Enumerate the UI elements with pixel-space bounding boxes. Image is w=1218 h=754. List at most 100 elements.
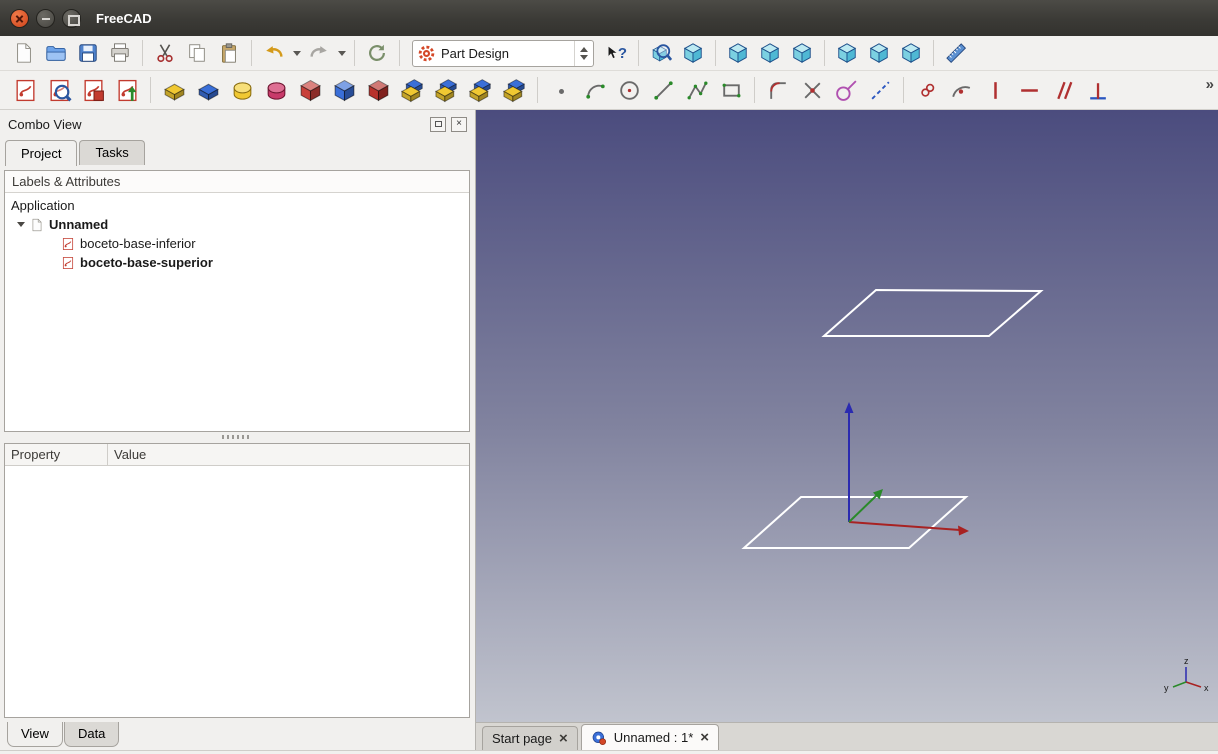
- panel-splitter[interactable]: [4, 432, 470, 443]
- window-minimize-button[interactable]: [36, 9, 55, 28]
- open-document-button[interactable]: [40, 38, 72, 68]
- new-sketch-button[interactable]: [8, 73, 42, 107]
- constraint-horizontal-button[interactable]: [1012, 73, 1046, 107]
- construction-mode-button[interactable]: [863, 73, 897, 107]
- mirrored-button[interactable]: [395, 73, 429, 107]
- expander-icon[interactable]: [17, 222, 25, 227]
- constraint-coincident-button[interactable]: [910, 73, 944, 107]
- new-document-button[interactable]: [8, 38, 40, 68]
- undo-icon: [263, 42, 285, 64]
- close-tab-icon[interactable]: ×: [559, 731, 568, 746]
- constraint-coincident-icon: [915, 78, 940, 103]
- workbench-selector[interactable]: Part Design: [412, 40, 594, 67]
- print-button[interactable]: [104, 38, 136, 68]
- map-sketch-button[interactable]: [76, 73, 110, 107]
- front-view-button[interactable]: [722, 38, 754, 68]
- toolbar-separator: [537, 77, 538, 103]
- toolbar-overflow-button[interactable]: »: [1206, 76, 1214, 93]
- reorient-sketch-button[interactable]: [110, 73, 144, 107]
- constraint-perpendicular-icon: [1085, 78, 1110, 103]
- copy-button[interactable]: [181, 38, 213, 68]
- trim-edge-button[interactable]: [795, 73, 829, 107]
- constraint-point-on-object-button[interactable]: [944, 73, 978, 107]
- cut-button[interactable]: [149, 38, 181, 68]
- window-close-button[interactable]: [10, 9, 29, 28]
- mdi-tab-start-page[interactable]: Start page ×: [482, 726, 578, 750]
- rear-view-button[interactable]: [831, 38, 863, 68]
- constraint-perpendicular-button[interactable]: [1080, 73, 1114, 107]
- measure-distance-button[interactable]: [940, 38, 972, 68]
- spinner-arrows-icon[interactable]: [574, 41, 588, 66]
- sketch-fillet-button[interactable]: [761, 73, 795, 107]
- mdi-tab-unnamed[interactable]: Unnamed : 1* ×: [581, 724, 719, 750]
- document-tab-bar: Start page × Unnamed : 1* ×: [476, 722, 1218, 750]
- pocket-button[interactable]: [191, 73, 225, 107]
- constraint-parallel-button[interactable]: [1046, 73, 1080, 107]
- window-maximize-button[interactable]: [62, 9, 81, 28]
- chamfer-button[interactable]: [327, 73, 361, 107]
- new-sketch-icon: [13, 78, 38, 103]
- 3d-viewport[interactable]: z x y: [476, 110, 1218, 722]
- edit-sketch-button[interactable]: [42, 73, 76, 107]
- undo-dropdown-button[interactable]: [290, 38, 303, 68]
- refresh-button[interactable]: [361, 38, 393, 68]
- tree-item-sketch[interactable]: boceto-base-inferior: [5, 234, 469, 253]
- save-document-button[interactable]: [72, 38, 104, 68]
- sketch-fillet-icon: [766, 78, 791, 103]
- revolution-button[interactable]: [225, 73, 259, 107]
- right-view-button[interactable]: [786, 38, 818, 68]
- toolbar-separator: [638, 40, 639, 66]
- redo-dropdown-button[interactable]: [335, 38, 348, 68]
- copy-icon: [186, 42, 208, 64]
- create-arc-button[interactable]: [578, 73, 612, 107]
- edit-sketch-icon: [47, 78, 72, 103]
- chevron-down-icon: [338, 51, 346, 56]
- create-circle-button[interactable]: [612, 73, 646, 107]
- redo-icon: [308, 42, 330, 64]
- paste-button[interactable]: [213, 38, 245, 68]
- tree-item-document[interactable]: Unnamed: [5, 215, 469, 234]
- create-rectangle-button[interactable]: [714, 73, 748, 107]
- create-point-button[interactable]: [544, 73, 578, 107]
- axonometric-view-button[interactable]: [677, 38, 709, 68]
- tree-item-sketch[interactable]: boceto-base-superior: [5, 253, 469, 272]
- combo-view-panel: Combo View × Project Tasks Labels & Attr…: [0, 110, 476, 750]
- create-line-button[interactable]: [646, 73, 680, 107]
- window-titlebar[interactable]: FreeCAD: [0, 0, 1218, 36]
- tab-view[interactable]: View: [7, 722, 63, 747]
- constraint-horizontal-icon: [1017, 78, 1042, 103]
- create-polyline-button[interactable]: [680, 73, 714, 107]
- sketch-upper-wireframe[interactable]: [824, 290, 1041, 336]
- external-geometry-button[interactable]: [829, 73, 863, 107]
- pad-button[interactable]: [157, 73, 191, 107]
- undo-button[interactable]: [258, 38, 290, 68]
- model-tree-frame: Labels & Attributes Application Unnamed …: [4, 170, 470, 432]
- left-view-button[interactable]: [895, 38, 927, 68]
- toolbar-separator: [354, 40, 355, 66]
- close-tab-icon[interactable]: ×: [700, 730, 709, 745]
- polar-pattern-button[interactable]: [463, 73, 497, 107]
- toolbar-separator: [903, 77, 904, 103]
- groove-button[interactable]: [259, 73, 293, 107]
- tab-project[interactable]: Project: [5, 140, 77, 166]
- axis-y-label: y: [1164, 683, 1169, 693]
- tab-tasks[interactable]: Tasks: [79, 140, 144, 165]
- fit-all-button[interactable]: [645, 38, 677, 68]
- fillet-button[interactable]: [293, 73, 327, 107]
- constraint-vertical-button[interactable]: [978, 73, 1012, 107]
- whats-this-button[interactable]: ?: [600, 38, 632, 68]
- sketch-icon: [61, 256, 75, 270]
- tab-data[interactable]: Data: [64, 722, 119, 747]
- multitransform-button[interactable]: [497, 73, 531, 107]
- combo-view-title: Combo View: [8, 117, 81, 132]
- bottom-view-button[interactable]: [863, 38, 895, 68]
- rear-view-cube-icon: [836, 42, 858, 64]
- tree-item-application[interactable]: Application: [5, 196, 469, 215]
- redo-button[interactable]: [303, 38, 335, 68]
- panel-float-button[interactable]: [430, 117, 446, 132]
- panel-close-button[interactable]: ×: [451, 117, 467, 132]
- top-view-button[interactable]: [754, 38, 786, 68]
- draft-button[interactable]: [361, 73, 395, 107]
- linear-pattern-button[interactable]: [429, 73, 463, 107]
- toolbar-separator: [933, 40, 934, 66]
